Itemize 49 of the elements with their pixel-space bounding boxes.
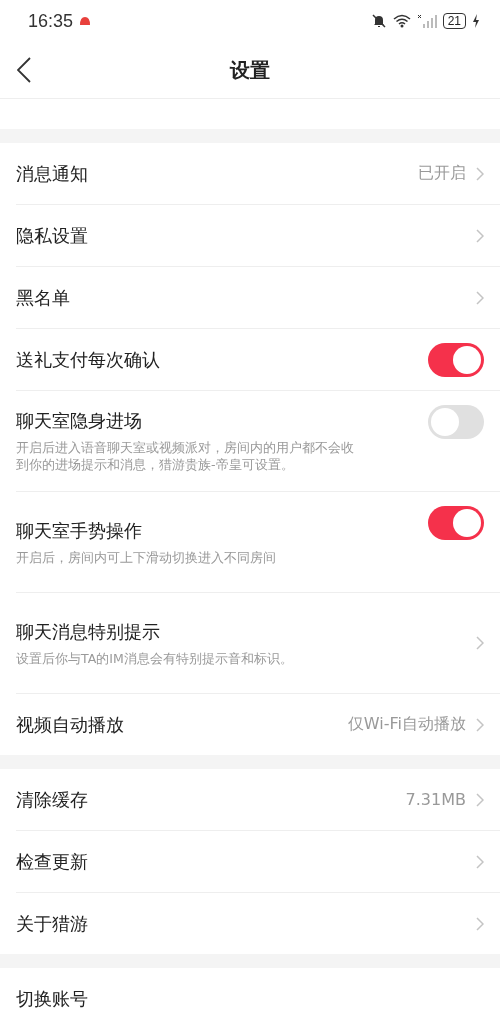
- setting-label: 黑名单: [16, 285, 71, 310]
- app-notification-icon: [79, 16, 92, 26]
- setting-label: 视频自动播放: [16, 712, 125, 737]
- setting-description: 设置后你与TA的IM消息会有特别提示音和标识。: [16, 649, 294, 667]
- toggle-switch[interactable]: [428, 506, 484, 540]
- chevron-right-icon: [476, 854, 484, 869]
- chevron-right-icon: [476, 228, 484, 243]
- settings-row[interactable]: 关于猎游: [16, 893, 500, 954]
- chevron-right-icon: [476, 636, 484, 650]
- chevron-right-icon: [476, 717, 484, 732]
- setting-label: 检查更新: [16, 849, 89, 874]
- settings-row[interactable]: 清除缓存 7.31MB: [16, 769, 500, 831]
- back-icon[interactable]: [17, 57, 31, 83]
- setting-label: 关于猎游: [16, 911, 89, 936]
- chevron-right-icon: [476, 166, 484, 181]
- page-title: 设置: [230, 56, 270, 84]
- settings-row[interactable]: 聊天室隐身进场 开启后进入语音聊天室或视频派对，房间内的用户都不会收到你的进场提示和消息，猎游贵族-帝皇可设置。: [16, 391, 500, 492]
- settings-row[interactable]: 检查更新: [16, 831, 500, 893]
- chevron-right-icon: [476, 792, 484, 807]
- setting-label: 送礼支付每次确认: [16, 347, 161, 372]
- setting-label: 消息通知: [16, 161, 89, 186]
- setting-label: 切换账号: [16, 986, 89, 1011]
- setting-description: 开启后进入语音聊天室或视频派对，房间内的用户都不会收到你的进场提示和消息，猎游贵族-帝皇可设置。: [16, 439, 355, 473]
- signal-icon: [416, 14, 437, 28]
- charging-icon: [472, 14, 480, 28]
- chevron-right-icon: [476, 290, 484, 305]
- toggle-switch[interactable]: [428, 405, 484, 439]
- setting-label: 聊天室隐身进场: [16, 409, 143, 433]
- setting-label: 隐私设置: [16, 223, 89, 248]
- settings-row[interactable]: 隐私设置: [16, 205, 500, 267]
- status-time: 16:35: [28, 10, 74, 32]
- chevron-right-icon: [476, 916, 484, 931]
- wifi-icon: [392, 14, 411, 28]
- toggle-switch[interactable]: [428, 342, 484, 377]
- battery-level: 21: [442, 13, 466, 29]
- setting-label: 清除缓存: [16, 787, 89, 812]
- settings-row[interactable]: 黑名单: [16, 267, 500, 329]
- settings-row[interactable]: 聊天室手势操作 开启后，房间内可上下滑动切换进入不同房间: [16, 492, 500, 593]
- setting-label: 聊天消息特别提示: [16, 619, 161, 644]
- setting-value: 已开启: [418, 163, 466, 184]
- settings-row[interactable]: 消息通知 已开启: [16, 143, 500, 205]
- settings-row[interactable]: 视频自动播放 仅Wi-Fi自动播放: [16, 694, 500, 755]
- settings-row[interactable]: 聊天消息特别提示 设置后你与TA的IM消息会有特别提示音和标识。: [16, 593, 500, 694]
- setting-value: 仅Wi-Fi自动播放: [347, 714, 466, 735]
- settings-row[interactable]: 送礼支付每次确认: [16, 329, 500, 391]
- setting-description: 开启后，房间内可上下滑动切换进入不同房间: [16, 548, 277, 566]
- setting-label: 聊天室手势操作: [16, 518, 143, 543]
- setting-value: 7.31MB: [405, 790, 466, 809]
- bell-muted-icon: [370, 13, 387, 29]
